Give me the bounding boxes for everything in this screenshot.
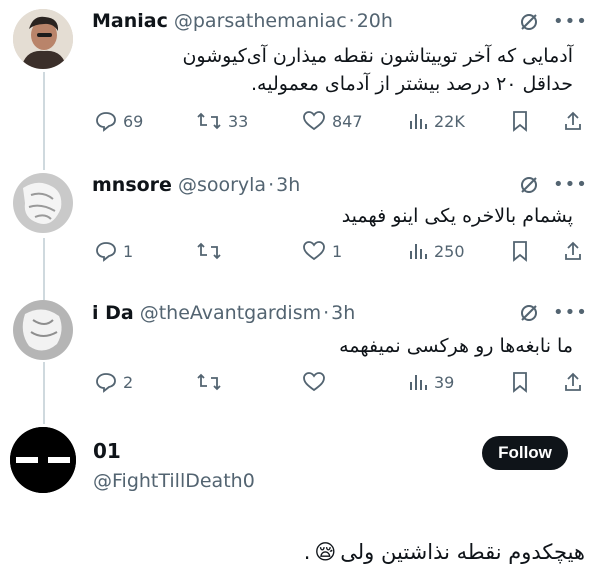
- reply-button[interactable]: 2: [95, 371, 133, 393]
- retweet-count: 33: [228, 111, 249, 131]
- like-icon: [303, 111, 325, 131]
- separator-dot: ·: [268, 174, 275, 196]
- avatar-photo-icon: [13, 9, 73, 69]
- retweet-icon: [197, 242, 221, 260]
- avatar[interactable]: [13, 300, 73, 360]
- profile-avatar-image-icon: [10, 427, 76, 493]
- tweet-header: i Da @theAvantgardism · 3h: [92, 302, 355, 324]
- timestamp[interactable]: 3h: [331, 302, 355, 324]
- avatar-photo-icon: [13, 300, 73, 360]
- tweet-text: پشمام بالاخره یکی اینو فهمید: [342, 202, 573, 230]
- reply-icon: [96, 373, 116, 393]
- sleepy-face-icon: 😪: [314, 540, 337, 564]
- tweet-actions: 2 39: [0, 371, 599, 397]
- like-icon: [303, 372, 325, 392]
- retweet-icon: [197, 112, 221, 130]
- bookmark-icon: [513, 241, 527, 262]
- tweet-actions: 1 1 250: [0, 240, 599, 266]
- tweet-text-line: حداقل ۲۰ درصد بیشتر از آدمای معمولیه.: [251, 73, 573, 95]
- retweet-button[interactable]: 33: [196, 110, 248, 132]
- like-button[interactable]: 847: [302, 110, 363, 132]
- reply-icon: [96, 242, 116, 262]
- share-button[interactable]: [563, 371, 583, 393]
- display-name[interactable]: mnsore: [92, 174, 172, 196]
- tweet-text: ما نابغه‌ها رو هرکسی نمیفهمه: [339, 332, 573, 360]
- separator-dot: ·: [323, 302, 330, 324]
- display-name[interactable]: Maniac: [92, 10, 168, 32]
- grok-icon[interactable]: [519, 303, 539, 323]
- tweet-text-line: آدمایی که آخر توییتاشون نقطه میذارن آی‌ک…: [182, 45, 573, 67]
- views-button[interactable]: 39: [408, 371, 454, 393]
- reply-button[interactable]: 69: [95, 110, 143, 132]
- views-icon: [410, 114, 427, 129]
- tweet-actions: 69 33 847 22K: [0, 110, 599, 136]
- profile-handle[interactable]: @FightTillDeath0: [93, 470, 255, 492]
- caption-period: .: [303, 540, 311, 564]
- profile-name[interactable]: 01: [93, 439, 121, 463]
- reply-count: 69: [123, 111, 144, 131]
- tweet-header: Maniac @parsathemaniac · 20h: [92, 10, 393, 32]
- user-handle[interactable]: @theAvantgardism: [140, 302, 321, 324]
- tweet-header: mnsore @sooryla · 3h: [92, 174, 300, 196]
- tweet-corner-actions: •••: [519, 174, 588, 195]
- views-icon: [410, 244, 427, 259]
- views-button[interactable]: 22K: [408, 110, 465, 132]
- caption-text: هیچکدوم نقطه نذاشتین ولی: [340, 540, 585, 564]
- bookmark-button[interactable]: [511, 110, 529, 132]
- tweet-text-line: پشمام بالاخره یکی اینو فهمید: [341, 205, 573, 227]
- timestamp[interactable]: 20h: [357, 10, 393, 32]
- retweet-button[interactable]: [196, 371, 228, 393]
- views-count: 39: [434, 372, 455, 392]
- display-name[interactable]: i Da: [92, 302, 134, 324]
- views-count: 22K: [434, 111, 465, 131]
- timestamp[interactable]: 3h: [276, 174, 300, 196]
- profile-avatar[interactable]: [10, 427, 76, 493]
- reply-icon: [96, 112, 116, 132]
- tweet-text: آدمایی که آخر توییتاشون نقطه میذارن آی‌ک…: [182, 42, 573, 98]
- more-icon[interactable]: •••: [553, 302, 588, 323]
- reply-count: 2: [123, 372, 134, 392]
- reply-count: 1: [123, 241, 134, 261]
- retweet-icon: [197, 373, 221, 391]
- follow-button[interactable]: Follow: [482, 436, 568, 470]
- share-icon: [565, 241, 581, 260]
- avatar[interactable]: [13, 9, 73, 69]
- like-button[interactable]: 1: [302, 240, 342, 262]
- tweet-corner-actions: •••: [519, 11, 588, 32]
- like-button[interactable]: [302, 371, 332, 393]
- views-icon: [410, 375, 427, 390]
- like-icon: [303, 241, 325, 261]
- bookmark-button[interactable]: [511, 240, 529, 262]
- tweet-corner-actions: •••: [519, 302, 588, 323]
- views-button[interactable]: 250: [408, 240, 465, 262]
- more-icon[interactable]: •••: [553, 11, 588, 32]
- tweet-text-line: ما نابغه‌ها رو هرکسی نمیفهمه: [339, 335, 573, 357]
- caption: هیچکدوم نقطه نذاشتین ولی 😪 .: [304, 540, 585, 564]
- share-icon: [565, 111, 581, 130]
- separator-dot: ·: [348, 10, 355, 32]
- user-handle[interactable]: @sooryla: [178, 174, 266, 196]
- bookmark-button[interactable]: [511, 371, 529, 393]
- more-icon[interactable]: •••: [553, 174, 588, 195]
- share-button[interactable]: [563, 240, 583, 262]
- bookmark-icon: [513, 372, 527, 393]
- like-count: 847: [332, 111, 363, 131]
- retweet-button[interactable]: [196, 240, 228, 262]
- share-icon: [565, 372, 581, 391]
- share-button[interactable]: [563, 110, 583, 132]
- like-count: 1: [332, 241, 343, 261]
- avatar[interactable]: [13, 173, 73, 233]
- views-count: 250: [434, 241, 465, 261]
- reply-button[interactable]: 1: [95, 240, 133, 262]
- user-handle[interactable]: @parsathemaniac: [174, 10, 347, 32]
- grok-icon[interactable]: [519, 175, 539, 195]
- avatar-photo-icon: [13, 173, 73, 233]
- grok-icon[interactable]: [519, 12, 539, 32]
- bookmark-icon: [513, 111, 527, 132]
